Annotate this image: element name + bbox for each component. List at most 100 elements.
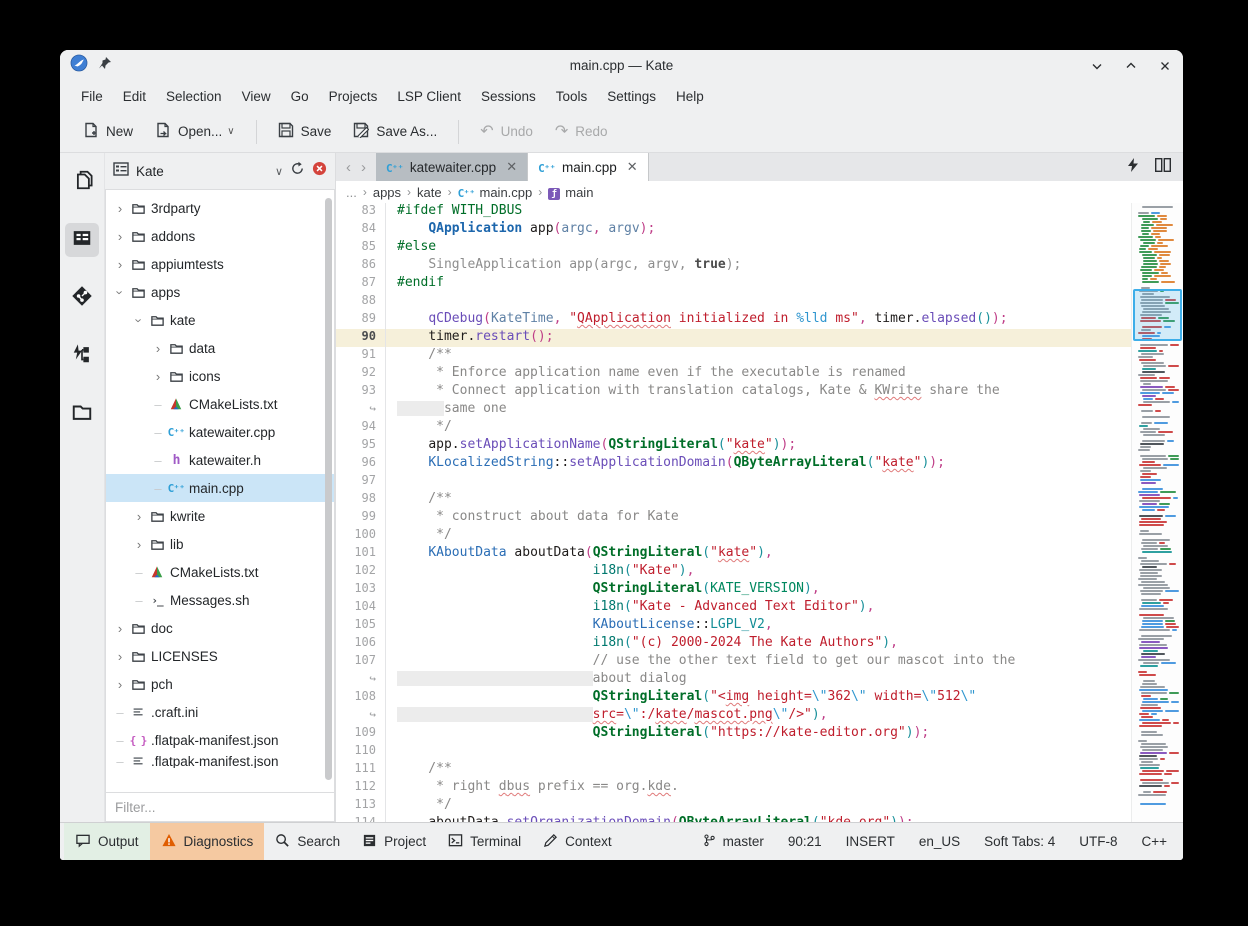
sidebar-tool-lsp-symbols[interactable] <box>65 339 99 373</box>
minimap-scrollbar[interactable] <box>1131 203 1183 822</box>
pin-icon[interactable] <box>98 56 112 75</box>
code-line-92[interactable]: 92 * Enforce application name even if th… <box>336 365 1131 383</box>
open-button[interactable]: Open...∨ <box>146 116 244 147</box>
code-line-83[interactable]: 83#ifdef WITH_DBUS <box>336 203 1131 221</box>
expander-collapsed-icon[interactable]: › <box>112 201 128 216</box>
expander-collapsed-icon[interactable]: › <box>131 537 147 552</box>
expander-collapsed-icon[interactable]: › <box>112 649 128 664</box>
status-terminal-button[interactable]: Terminal <box>437 823 532 860</box>
bolt-icon[interactable] <box>1127 158 1139 177</box>
code-line-87[interactable]: 87#endif <box>336 275 1131 293</box>
menu-settings[interactable]: Settings <box>598 85 665 108</box>
code-line-98[interactable]: 98 /** <box>336 491 1131 509</box>
new-button[interactable]: New <box>74 116 142 147</box>
tree-item-messages.sh[interactable]: –›_Messages.sh <box>106 586 334 614</box>
status-output-button[interactable]: Output <box>64 823 150 860</box>
code-line-84[interactable]: 84 QApplication app(argc, argv); <box>336 221 1131 239</box>
minimize-button[interactable] <box>1089 58 1105 74</box>
tree-item-lib[interactable]: ›lib <box>106 530 334 558</box>
status-90-21[interactable]: 90:21 <box>776 834 834 849</box>
status-diagnostics-button[interactable]: Diagnostics <box>150 823 265 860</box>
tree-item-katewaiter.cpp[interactable]: –C⁺⁺katewaiter.cpp <box>106 418 334 446</box>
menu-edit[interactable]: Edit <box>114 85 155 108</box>
tab-close-icon[interactable]: ✕ <box>506 159 517 175</box>
menu-projects[interactable]: Projects <box>320 85 387 108</box>
status-master[interactable]: master <box>691 833 776 851</box>
tree-item-.flatpak-manifest.json[interactable]: –{ }.flatpak-manifest.json <box>106 726 334 754</box>
menu-tools[interactable]: Tools <box>547 85 597 108</box>
code-view[interactable]: 83#ifdef WITH_DBUS84 QApplication app(ar… <box>336 203 1131 822</box>
maximize-button[interactable] <box>1123 58 1139 74</box>
code-line-88[interactable]: 88 <box>336 293 1131 311</box>
tree-item-3rdparty[interactable]: ›3rdparty <box>106 194 334 222</box>
tree-item-doc[interactable]: ›doc <box>106 614 334 642</box>
menu-go[interactable]: Go <box>282 85 318 108</box>
tree-item-kwrite[interactable]: ›kwrite <box>106 502 334 530</box>
expander-collapsed-icon[interactable]: › <box>112 229 128 244</box>
sidebar-tool-documents[interactable] <box>65 165 99 199</box>
chevron-down-icon[interactable]: ∨ <box>227 126 234 137</box>
refresh-icon[interactable] <box>290 161 305 181</box>
expander-collapsed-icon[interactable]: › <box>112 621 128 636</box>
tree-item-kate[interactable]: ›kate <box>106 306 334 334</box>
expander-collapsed-icon[interactable]: › <box>150 369 166 384</box>
code-line-110[interactable]: 110 <box>336 743 1131 761</box>
breadcrumb-item-[interactable]: ... <box>346 185 357 200</box>
tree-item-data[interactable]: ›data <box>106 334 334 362</box>
redo-button[interactable]: ↷Redo <box>546 118 617 145</box>
expander-expanded-icon[interactable]: › <box>113 284 128 300</box>
menu-lsp-client[interactable]: LSP Client <box>388 85 470 108</box>
code-line-108[interactable]: 108 QStringLiteral("<img height=\"362\" … <box>336 689 1131 707</box>
tree-item-katewaiter.h[interactable]: –hkatewaiter.h <box>106 446 334 474</box>
save-as-button[interactable]: Save As... <box>344 116 446 147</box>
titlebar[interactable]: main.cpp — Kate <box>60 50 1183 81</box>
code-line-90[interactable]: 90 timer.restart(); <box>336 329 1131 347</box>
status-project-button[interactable]: Project <box>351 823 437 860</box>
sidebar-tool-filesystem[interactable] <box>65 397 99 431</box>
split-view-icon[interactable] <box>1155 158 1171 177</box>
code-line-109[interactable]: 109 QStringLiteral("https://kate-editor.… <box>336 725 1131 743</box>
code-line-113[interactable]: 113 */ <box>336 797 1131 815</box>
code-line-105[interactable]: 105 KAboutLicense::LGPL_V2, <box>336 617 1131 635</box>
code-line-97[interactable]: 97 <box>336 473 1131 491</box>
menu-selection[interactable]: Selection <box>157 85 231 108</box>
breadcrumb-item-maincpp[interactable]: C⁺⁺main.cpp <box>458 185 533 200</box>
tab-close-icon[interactable]: ✕ <box>627 159 638 175</box>
close-project-icon[interactable] <box>312 161 327 181</box>
code-line-101[interactable]: 101 KAboutData aboutData(QStringLiteral(… <box>336 545 1131 563</box>
sidebar-tool-git[interactable] <box>65 281 99 315</box>
save-button[interactable]: Save <box>269 116 341 147</box>
status-c-[interactable]: C++ <box>1129 834 1179 849</box>
breadcrumb-item-kate[interactable]: kate <box>417 185 442 200</box>
breadcrumb-item-main[interactable]: ƒmain <box>548 184 593 200</box>
menu-view[interactable]: View <box>233 85 280 108</box>
code-line-102[interactable]: 102 i18n("Kate"), <box>336 563 1131 581</box>
code-line-106[interactable]: 106 i18n("(c) 2000-2024 The Kate Authors… <box>336 635 1131 653</box>
code-line-95[interactable]: 95 app.setApplicationName(QStringLiteral… <box>336 437 1131 455</box>
status-search-button[interactable]: Search <box>264 823 351 860</box>
tab-main.cpp[interactable]: C⁺⁺main.cpp✕ <box>528 153 649 181</box>
code-line-94[interactable]: 94 */ <box>336 419 1131 437</box>
tree-item-cmakelists.txt[interactable]: –CMakeLists.txt <box>106 558 334 586</box>
expander-collapsed-icon[interactable]: › <box>131 509 147 524</box>
code-line-107[interactable]: 107 // use the other text field to get o… <box>336 653 1131 671</box>
menu-sessions[interactable]: Sessions <box>472 85 545 108</box>
code-line-112[interactable]: 112 * right dbus prefix == org.kde. <box>336 779 1131 797</box>
undo-button[interactable]: ↶Undo <box>471 118 542 145</box>
code-line-104[interactable]: 104 i18n("Kate - Advanced Text Editor"), <box>336 599 1131 617</box>
tab-katewaiter.cpp[interactable]: C⁺⁺katewaiter.cpp✕ <box>376 153 528 181</box>
tree-item-main.cpp[interactable]: –C⁺⁺main.cpp <box>106 474 334 502</box>
code-line-114[interactable]: 114 aboutData.setOrganizationDomain(QByt… <box>336 815 1131 822</box>
menu-help[interactable]: Help <box>667 85 713 108</box>
tree-item-pch[interactable]: ›pch <box>106 670 334 698</box>
code-line-wrap[interactable]: ↪ same one <box>336 401 1131 419</box>
code-line-wrap[interactable]: ↪ src=\":/kate/mascot.png\"/>"), <box>336 707 1131 725</box>
tree-item-.flatpak-manifest.json[interactable]: –.flatpak-manifest.json <box>106 754 334 768</box>
code-line-96[interactable]: 96 KLocalizedString::setApplicationDomai… <box>336 455 1131 473</box>
menu-file[interactable]: File <box>72 85 112 108</box>
status-insert[interactable]: INSERT <box>834 834 907 849</box>
code-line-85[interactable]: 85#else <box>336 239 1131 257</box>
tree-item-apps[interactable]: ›apps <box>106 278 334 306</box>
close-button[interactable] <box>1157 58 1173 74</box>
status-en-us[interactable]: en_US <box>907 834 972 849</box>
